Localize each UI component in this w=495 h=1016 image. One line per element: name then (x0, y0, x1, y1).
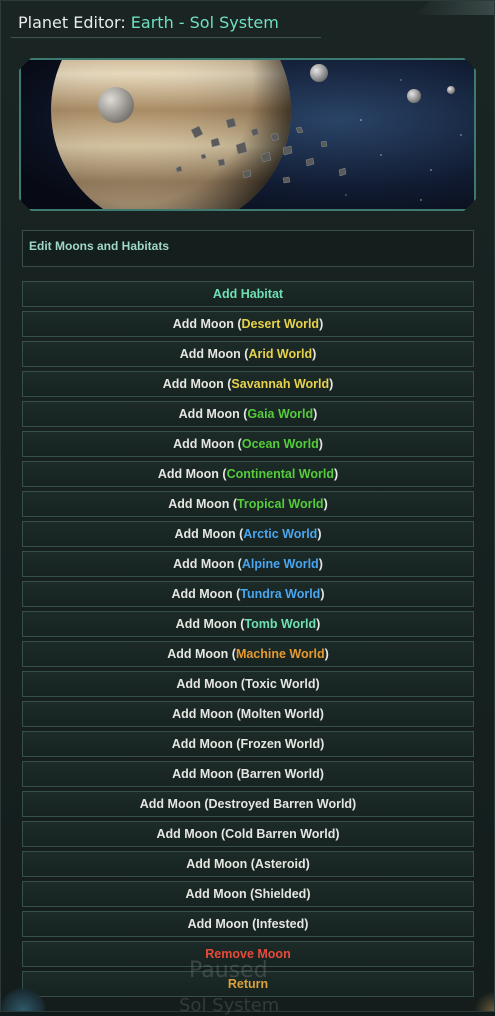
button-label-prefix: Add Moon ( (178, 407, 248, 421)
button-label-world-type: Arid World (248, 347, 313, 361)
window-title: Planet Editor: Earth - Sol System (18, 13, 279, 32)
add-habitat-button[interactable]: Add Habitat (22, 281, 474, 307)
button-label-prefix: Add Moon ( (157, 467, 227, 481)
button-label-prefix: Add Moon ( (173, 557, 242, 571)
title-planet-name: Earth - Sol System (130, 13, 279, 32)
section-title: Edit Moons and Habitats (29, 239, 170, 253)
add-moon-asteroid-button[interactable]: Add Moon (Asteroid) (22, 851, 474, 877)
add-moon-toxic-button[interactable]: Add Moon (Toxic World) (22, 671, 474, 697)
button-label-world-type: Alpine World (241, 557, 319, 571)
add-moon-ocean-button[interactable]: Add Moon (Ocean World) (22, 431, 474, 457)
button-label-world-type: Arctic World (243, 527, 318, 541)
add-moon-cold-barren-button[interactable]: Add Moon (Cold Barren World) (22, 821, 474, 847)
button-label-world-type: Remove Moon (205, 947, 291, 961)
return-button[interactable]: Return (22, 971, 474, 997)
corner-ornament-bottom-left (1, 985, 45, 1011)
button-label-suffix: ) (333, 467, 339, 481)
add-moon-machine-button[interactable]: Add Moon (Machine World) (22, 641, 474, 667)
button-label-prefix: Add Moon (Barren World) (172, 767, 324, 781)
button-label-world-type: Ocean World (241, 437, 319, 451)
button-label-world-type: Desert World (241, 317, 320, 331)
add-moon-destroyed-barren-button[interactable]: Add Moon (Destroyed Barren World) (22, 791, 474, 817)
add-moon-tropical-button[interactable]: Add Moon (Tropical World) (22, 491, 474, 517)
planet-editor-panel: Planet Editor: Earth - Sol System Edit M… (0, 0, 495, 1016)
button-label-world-type: Tomb World (244, 617, 317, 631)
button-label-world-type: Continental World (226, 467, 334, 481)
button-label-suffix: ) (318, 437, 323, 451)
button-label-suffix: ) (318, 557, 323, 571)
button-label-prefix: Add Moon (Cold Barren World) (156, 827, 340, 841)
button-label-prefix: Add Moon ( (173, 437, 242, 451)
button-label-prefix: Add Moon ( (168, 497, 237, 511)
button-label-suffix: ) (324, 647, 329, 661)
button-label-prefix: Add Moon ( (167, 647, 236, 661)
button-label-world-type: Return (227, 977, 269, 991)
planet-banner-image (19, 58, 476, 211)
button-label-suffix: ) (312, 347, 317, 361)
add-moon-tomb-button[interactable]: Add Moon (Tomb World) (22, 611, 474, 637)
space-scene-illustration (21, 60, 474, 209)
corner-ornament-bottom-right (474, 991, 494, 1011)
frame-corner-decoration (414, 1, 494, 15)
button-label-world-type: Add Habitat (212, 287, 284, 301)
button-label-suffix: ) (316, 617, 321, 631)
button-label-prefix: Add Moon (Toxic World) (176, 677, 320, 691)
add-moon-molten-button[interactable]: Add Moon (Molten World) (22, 701, 474, 727)
add-moon-barren-button[interactable]: Add Moon (Barren World) (22, 761, 474, 787)
button-label-prefix: Add Moon (Shielded) (185, 887, 311, 901)
button-label-prefix: Add Moon ( (172, 317, 242, 331)
add-moon-alpine-button[interactable]: Add Moon (Alpine World) (22, 551, 474, 577)
button-label-suffix: ) (313, 407, 318, 421)
add-moon-gaia-button[interactable]: Add Moon (Gaia World) (22, 401, 474, 427)
add-moon-desert-button[interactable]: Add Moon (Desert World) (22, 311, 474, 337)
remove-moon-button[interactable]: Remove Moon (22, 941, 474, 967)
add-moon-arctic-button[interactable]: Add Moon (Arctic World) (22, 521, 474, 547)
add-moon-arid-button[interactable]: Add Moon (Arid World) (22, 341, 474, 367)
button-label-suffix: ) (320, 587, 325, 601)
button-label-prefix: Add Moon (Asteroid) (186, 857, 310, 871)
button-label-suffix: ) (323, 497, 328, 511)
button-label-prefix: Add Moon ( (171, 587, 241, 601)
moon-options-list: Add Habitat Add Moon (Desert World) Add Mo… (22, 281, 474, 1001)
button-label-world-type: Machine World (235, 647, 325, 661)
add-moon-savannah-button[interactable]: Add Moon (Savannah World) (22, 371, 474, 397)
button-label-world-type: Savannah World (231, 377, 330, 391)
button-label-suffix: ) (329, 377, 334, 391)
button-label-prefix: Add Moon (Molten World) (172, 707, 324, 721)
button-label-prefix: Add Moon (Destroyed Barren World) (139, 797, 357, 811)
button-label-prefix: Add Moon ( (179, 347, 249, 361)
add-moon-frozen-button[interactable]: Add Moon (Frozen World) (22, 731, 474, 757)
button-label-world-type: Gaia World (247, 407, 314, 421)
add-moon-continental-button[interactable]: Add Moon (Continental World) (22, 461, 474, 487)
button-label-prefix: Add Moon (Frozen World) (171, 737, 325, 751)
title-bar: Planet Editor: Earth - Sol System (11, 9, 321, 38)
add-moon-shielded-button[interactable]: Add Moon (Shielded) (22, 881, 474, 907)
button-label-prefix: Add Moon (Infested) (187, 917, 309, 931)
button-label-suffix: ) (319, 317, 324, 331)
button-label-prefix: Add Moon ( (175, 617, 245, 631)
button-label-world-type: Tundra World (240, 587, 321, 601)
add-moon-tundra-button[interactable]: Add Moon (Tundra World) (22, 581, 474, 607)
section-header: Edit Moons and Habitats (22, 230, 474, 267)
button-label-prefix: Add Moon ( (162, 377, 232, 391)
add-moon-infested-button[interactable]: Add Moon (Infested) (22, 911, 474, 937)
button-label-prefix: Add Moon ( (174, 527, 244, 541)
title-label: Planet Editor: (18, 13, 131, 32)
button-label-suffix: ) (317, 527, 322, 541)
button-label-world-type: Tropical World (236, 497, 324, 511)
